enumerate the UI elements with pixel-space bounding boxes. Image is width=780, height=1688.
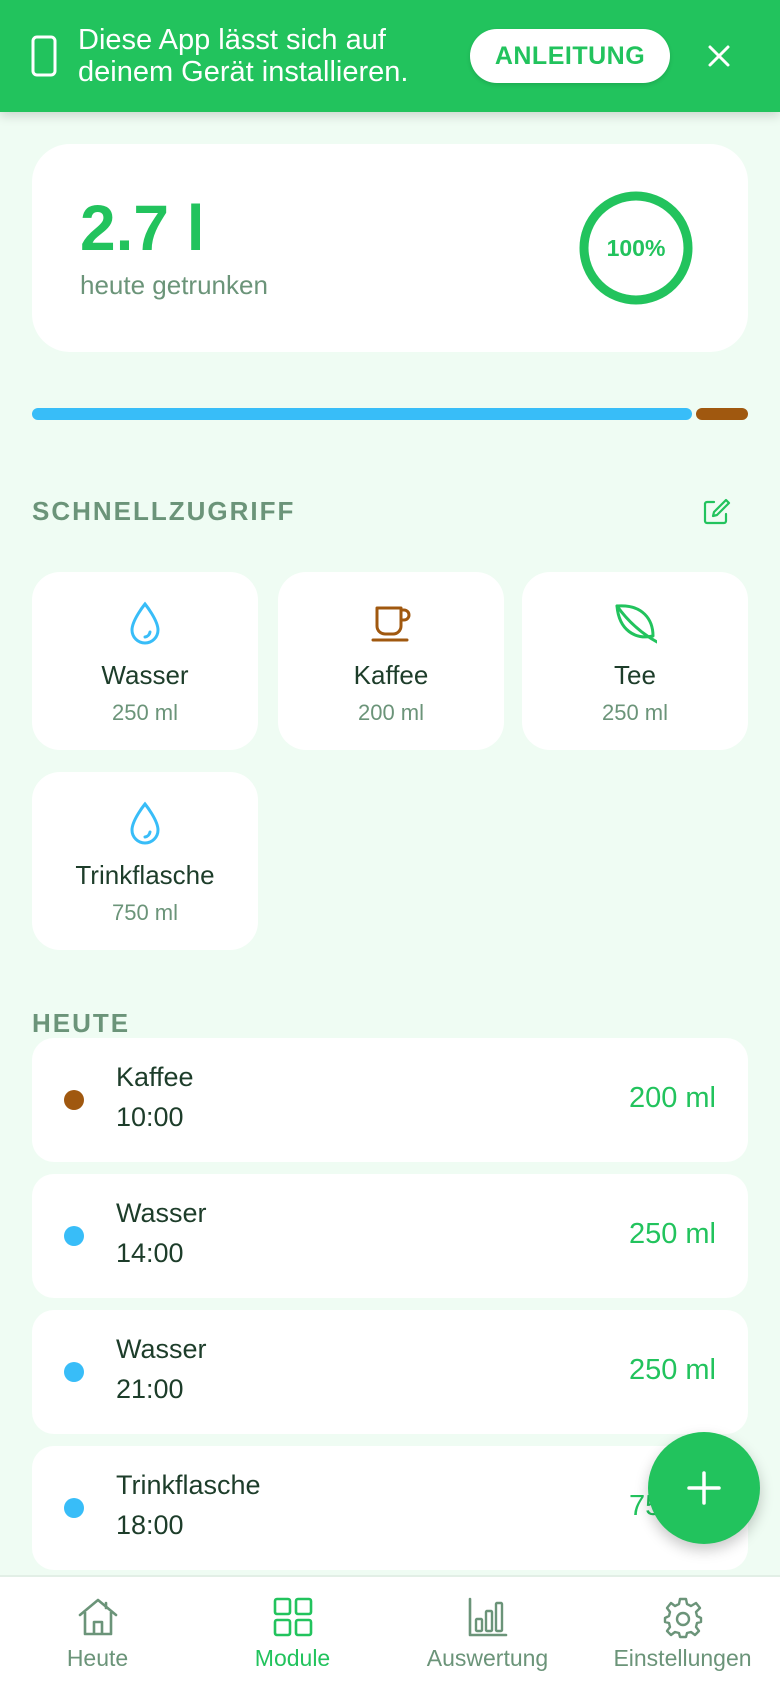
entry-time: 14:00 [116, 1238, 184, 1268]
install-banner: Diese App lässt sich auf deinem Gerät in… [0, 0, 780, 112]
install-message: Diese App lässt sich auf deinem Gerät in… [78, 24, 409, 88]
coffee-cup-icon [371, 606, 411, 642]
total-amount: 2.7 l [80, 192, 205, 264]
close-icon[interactable] [704, 41, 734, 71]
tile-volume: 200 ml [357, 700, 425, 725]
total-subtitle: heute getrunken [80, 270, 268, 300]
nav-label: Module [254, 1645, 331, 1671]
quick-tile-tee[interactable]: Tee 250 ml [522, 572, 748, 750]
entry-volume: 250 ml [628, 1354, 716, 1386]
today-title: HEUTE [32, 1008, 131, 1038]
water-drop-icon [130, 801, 160, 845]
home-icon [78, 1598, 117, 1636]
tile-name: Trinkflasche [75, 860, 215, 890]
drink-color-dot [64, 1498, 84, 1518]
nav-label: Heute [66, 1645, 129, 1671]
water-drop-icon [130, 601, 160, 645]
quick-tile-trinkflasche[interactable]: Trinkflasche 750 ml [32, 772, 258, 950]
coffee-segment [696, 408, 748, 420]
progress-percent: 100% [606, 234, 666, 261]
entry-name: Wasser [116, 1334, 207, 1364]
tile-name: Kaffee [353, 660, 429, 690]
tile-name: Wasser [101, 660, 189, 690]
entry-time: 18:00 [116, 1510, 184, 1540]
entry-time: 10:00 [116, 1102, 184, 1132]
nav-item-auswertung[interactable]: Auswertung [390, 1577, 585, 1688]
bottom-navigation: Heute Module Auswertung Einstellungen [0, 1575, 780, 1688]
list-item[interactable]: Wasser 21:00 250 ml [32, 1310, 748, 1434]
drink-distribution-bar [32, 408, 748, 420]
bar-chart-icon [468, 1597, 507, 1637]
list-item[interactable]: Kaffee 10:00 200 ml [32, 1038, 748, 1162]
quick-access-title: SCHNELLZUGRIFF [32, 496, 296, 526]
nav-item-heute[interactable]: Heute [0, 1577, 195, 1688]
tile-volume: 750 ml [111, 900, 179, 925]
nav-label: Auswertung [426, 1645, 549, 1671]
entry-volume: 250 ml [628, 1218, 716, 1250]
add-drink-button[interactable] [648, 1432, 760, 1544]
plus-icon [687, 1471, 721, 1505]
entry-name: Trinkflasche [116, 1470, 261, 1500]
edit-icon[interactable] [700, 496, 732, 528]
list-item[interactable]: Trinkflasche 18:00 750 ml [32, 1446, 748, 1570]
drink-color-dot [64, 1226, 84, 1246]
water-segment [32, 408, 692, 420]
guide-button[interactable]: ANLEITUNG [470, 29, 670, 83]
drink-color-dot [64, 1090, 84, 1110]
phone-icon [31, 35, 57, 77]
entry-name: Wasser [116, 1198, 207, 1228]
leaf-icon [615, 604, 657, 644]
nav-item-einstellungen[interactable]: Einstellungen [585, 1577, 780, 1688]
quick-tile-kaffee[interactable]: Kaffee 200 ml [278, 572, 504, 750]
entry-time: 21:00 [116, 1374, 184, 1404]
entry-name: Kaffee [116, 1062, 194, 1092]
tile-name: Tee [614, 660, 656, 690]
entry-volume: 200 ml [628, 1082, 716, 1114]
gear-icon [663, 1597, 702, 1639]
nav-item-module[interactable]: Module [195, 1577, 390, 1688]
nav-label: Einstellungen [613, 1645, 752, 1671]
tile-volume: 250 ml [601, 700, 669, 725]
grid-icon [273, 1597, 312, 1637]
tile-volume: 250 ml [111, 700, 179, 725]
list-item[interactable]: Wasser 14:00 250 ml [32, 1174, 748, 1298]
quick-tile-wasser[interactable]: Wasser 250 ml [32, 572, 258, 750]
drink-color-dot [64, 1362, 84, 1382]
daily-summary-card: 2.7 l heute getrunken 100% [32, 144, 748, 352]
